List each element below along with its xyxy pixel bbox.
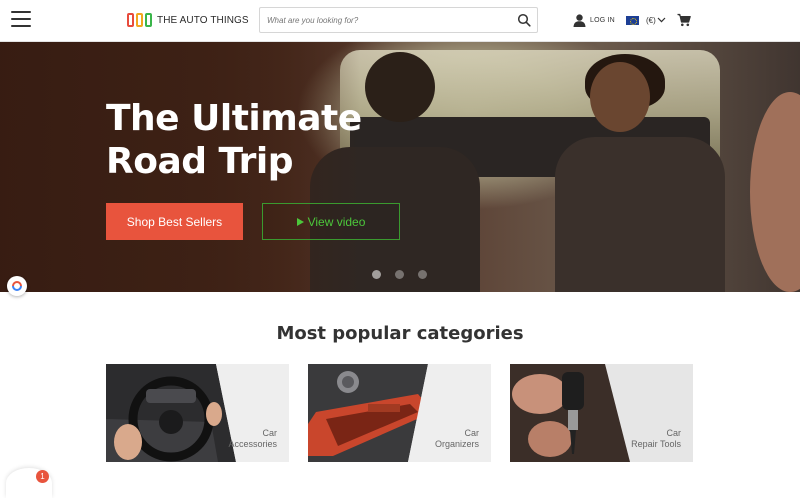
category-label-line-2: Repair Tools (631, 439, 681, 449)
categories-title: Most popular categories (276, 323, 524, 344)
search-input[interactable] (260, 8, 510, 32)
menu-icon[interactable] (11, 10, 31, 28)
category-card-car-organizers[interactable]: Car Organizers (308, 364, 491, 462)
accessibility-widget-icon[interactable] (7, 276, 27, 296)
hero-image-passenger (590, 62, 650, 132)
category-label: Car Organizers (435, 428, 479, 450)
slider-dot-1[interactable] (372, 270, 381, 279)
brand-logo[interactable]: THE AUTO THINGS (127, 12, 249, 28)
currency-selector[interactable]: (€) (626, 13, 666, 27)
site-header: THE AUTO THINGS LOG IN (€) (0, 0, 800, 42)
cart-icon[interactable] (677, 13, 691, 27)
chevron-down-icon (657, 17, 666, 23)
menu-bar (11, 11, 31, 13)
search-icon[interactable] (517, 13, 531, 27)
chat-notification-badge: 1 (36, 470, 49, 483)
category-label-line-2: Organizers (434, 439, 479, 449)
user-icon (573, 13, 586, 27)
menu-bar (11, 25, 31, 27)
slider-dot-3[interactable] (418, 270, 427, 279)
eu-flag-icon (626, 15, 639, 25)
slider-dot-2[interactable] (395, 270, 404, 279)
currency-label: (€) (646, 15, 656, 25)
hero-title-line-2: Road Trip (106, 141, 294, 182)
category-card-car-repair-tools[interactable]: Car Repair Tools (510, 364, 693, 462)
play-icon (296, 217, 304, 226)
hero-image-driver (365, 52, 435, 122)
category-label: Car Repair Tools (631, 428, 681, 450)
category-label-line-1: Car (262, 428, 277, 438)
shop-best-sellers-button[interactable]: Shop Best Sellers (106, 203, 243, 240)
category-label-line-2: Accessories (228, 439, 277, 449)
category-label: Car Accessories (228, 428, 277, 450)
menu-bar (11, 18, 31, 20)
hero-image-child (750, 92, 800, 292)
hero-banner: The Ultimate Road Trip Shop Best Sellers… (0, 42, 800, 292)
hero-title-line-1: The Ultimate (106, 98, 362, 139)
logo-mark-icon (127, 13, 152, 27)
widget-logo-icon (12, 281, 22, 291)
view-video-label: View video (307, 214, 366, 229)
category-label-line-1: Car (464, 428, 479, 438)
hero-image-seat-right (555, 137, 725, 292)
slider-dots (372, 270, 427, 279)
brand-name: THE AUTO THINGS (157, 14, 249, 26)
login-link[interactable]: LOG IN (573, 13, 615, 27)
view-video-button[interactable]: View video (262, 203, 400, 240)
search-box (259, 7, 538, 33)
login-label: LOG IN (590, 16, 615, 24)
hero-title: The Ultimate Road Trip (106, 97, 366, 183)
category-label-line-1: Car (666, 428, 681, 438)
category-card-car-accessories[interactable]: Car Accessories (106, 364, 289, 462)
